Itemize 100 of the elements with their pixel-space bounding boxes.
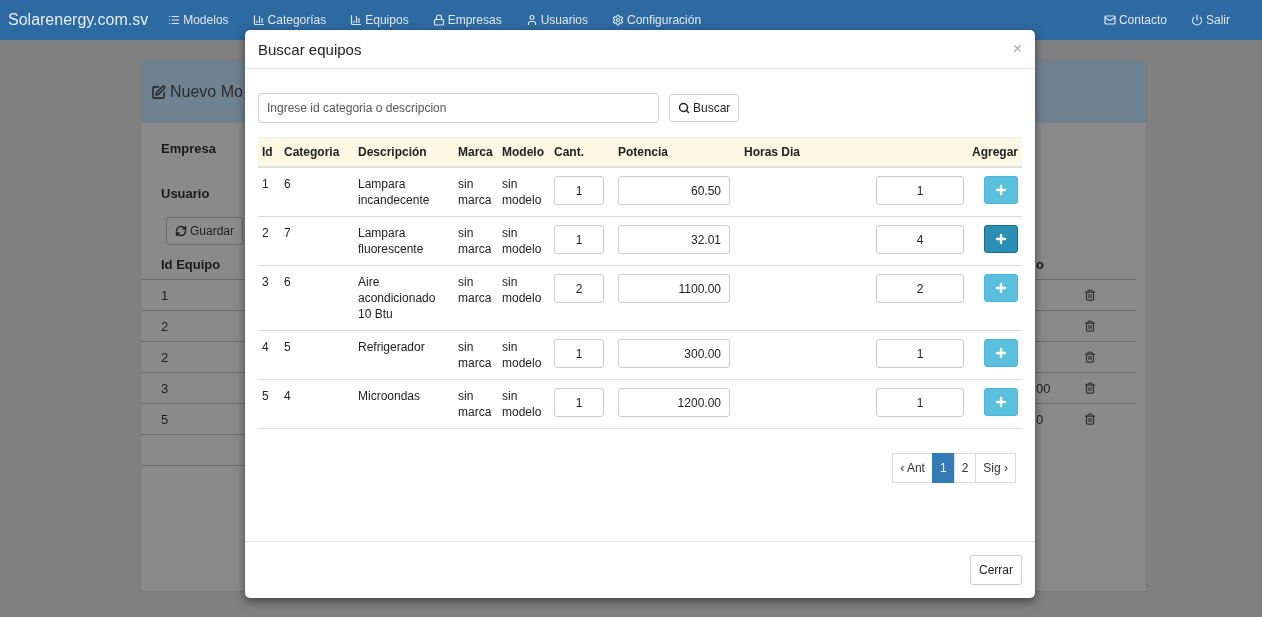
hours-field[interactable]: 2 bbox=[876, 274, 964, 303]
table-cell: sin marca bbox=[454, 330, 498, 380]
panel-title: Nuevo Mo bbox=[170, 83, 243, 101]
column-header: Modelo bbox=[498, 137, 550, 167]
plus-icon bbox=[994, 183, 1008, 197]
power-field[interactable]: 32.01 bbox=[618, 225, 730, 254]
page-link[interactable]: Sig › bbox=[975, 453, 1016, 483]
table-cell: sin modelo bbox=[498, 265, 550, 331]
table-cell: sin marca bbox=[454, 167, 498, 217]
table-cell: sin marca bbox=[454, 216, 498, 266]
power-field[interactable]: 1200.00 bbox=[618, 388, 730, 417]
table-cell: sin modelo bbox=[498, 330, 550, 380]
table-cell: sin modelo bbox=[498, 167, 550, 217]
table-cell: 6 bbox=[280, 265, 354, 331]
envelope-icon bbox=[1103, 14, 1116, 26]
page-link[interactable]: ‹ Ant bbox=[892, 453, 933, 483]
bars-icon bbox=[350, 14, 363, 26]
search-icon bbox=[678, 102, 690, 114]
table-cell: 2 bbox=[161, 318, 169, 334]
hours-field[interactable]: 1 bbox=[876, 339, 964, 368]
nav-link[interactable]: Empresas bbox=[432, 13, 502, 27]
table-cell: 5 bbox=[258, 379, 280, 429]
nav-link[interactable]: Configuración bbox=[612, 13, 702, 27]
field-label: Usuario bbox=[161, 185, 210, 201]
table-cell: Microondas bbox=[354, 379, 454, 429]
column-header: Marca bbox=[454, 137, 498, 167]
trash-icon[interactable] bbox=[1084, 382, 1096, 394]
refresh-icon bbox=[175, 225, 187, 237]
column-header: Horas Dia bbox=[740, 137, 968, 167]
column-header: Id bbox=[258, 137, 280, 167]
column-header: Potencia bbox=[614, 137, 740, 167]
quantity-field[interactable]: 1 bbox=[554, 339, 604, 368]
list-icon bbox=[168, 14, 181, 26]
table-cell: 0 bbox=[1036, 411, 1044, 427]
nav-link[interactable]: Modelos bbox=[168, 13, 229, 27]
column-header: Id Equipo bbox=[161, 256, 221, 272]
table-cell: 00 bbox=[1036, 380, 1051, 396]
hours-field[interactable]: 1 bbox=[876, 388, 964, 417]
nav-link[interactable]: Contacto bbox=[1103, 13, 1167, 27]
dialog-title: Buscar equipos bbox=[258, 40, 362, 58]
table-cell: sin marca bbox=[454, 265, 498, 331]
close-button[interactable]: Cerrar bbox=[970, 555, 1022, 585]
quantity-field[interactable]: 1 bbox=[554, 176, 604, 205]
save-button[interactable]: Guardar bbox=[166, 217, 244, 245]
table-cell: 4 bbox=[280, 379, 354, 429]
plus-icon bbox=[994, 346, 1008, 360]
table-cell: sin marca bbox=[454, 379, 498, 429]
table-cell: 2 bbox=[258, 216, 280, 266]
table-cell: 1 bbox=[161, 287, 169, 303]
nav-link[interactable]: Equipos bbox=[350, 13, 409, 27]
table-cell: 3 bbox=[161, 380, 169, 396]
table-cell: 3 bbox=[258, 265, 280, 331]
edit-icon bbox=[151, 84, 166, 100]
trash-icon[interactable] bbox=[1084, 289, 1096, 301]
table-cell: 6 bbox=[280, 167, 354, 217]
table-cell: Aire acondicionado 10 Btu bbox=[354, 265, 454, 331]
user-icon bbox=[525, 14, 538, 26]
brand: Solarenergy.com.sv bbox=[8, 11, 149, 29]
power-field[interactable]: 300.00 bbox=[618, 339, 730, 368]
plus-icon bbox=[994, 395, 1008, 409]
table-cell: 5 bbox=[280, 330, 354, 380]
add-button[interactable] bbox=[984, 225, 1018, 253]
nav-link[interactable]: Salir bbox=[1191, 13, 1230, 27]
table-cell: Lampara incandecente bbox=[354, 167, 454, 217]
hours-field[interactable]: 4 bbox=[876, 225, 964, 254]
table-cell: 7 bbox=[280, 216, 354, 266]
table-cell: Lampara fluorescente bbox=[354, 216, 454, 266]
settings-icon bbox=[612, 14, 625, 26]
table-cell: 5 bbox=[161, 411, 169, 427]
column-header: Descripción bbox=[354, 137, 454, 167]
lock-icon bbox=[432, 14, 445, 26]
search-field[interactable]: Ingrese id categoria o descripcion bbox=[258, 93, 659, 123]
power-field[interactable]: 60.50 bbox=[618, 176, 730, 205]
trash-icon[interactable] bbox=[1084, 351, 1096, 363]
plus-icon bbox=[994, 232, 1008, 246]
field-label: Empresa bbox=[161, 140, 216, 156]
column-header: Categoria bbox=[280, 137, 354, 167]
quantity-field[interactable]: 1 bbox=[554, 388, 604, 417]
nav-link[interactable]: Categorías bbox=[252, 13, 327, 27]
power-field[interactable]: 1100.00 bbox=[618, 274, 730, 303]
plus-icon bbox=[994, 281, 1008, 295]
trash-icon[interactable] bbox=[1084, 413, 1096, 425]
table-cell: sin modelo bbox=[498, 216, 550, 266]
table-cell: 2 bbox=[161, 349, 169, 365]
bars-icon bbox=[252, 14, 265, 26]
quantity-field[interactable]: 1 bbox=[554, 225, 604, 254]
search-button[interactable]: Buscar bbox=[669, 94, 740, 122]
quantity-field[interactable]: 2 bbox=[554, 274, 604, 303]
nav-link[interactable]: Usuarios bbox=[525, 13, 589, 27]
table-cell: 4 bbox=[258, 330, 280, 380]
hours-field[interactable]: 1 bbox=[876, 176, 964, 205]
power-icon bbox=[1191, 14, 1203, 26]
trash-icon[interactable] bbox=[1084, 320, 1096, 332]
column-header: Cant. bbox=[550, 137, 614, 167]
column-header: Agregar bbox=[968, 137, 1022, 167]
page-link[interactable]: 1 bbox=[931, 453, 955, 483]
table-cell: Refrigerador bbox=[354, 330, 454, 380]
column-header: o bbox=[1036, 256, 1044, 272]
table-cell: sin modelo bbox=[498, 379, 550, 429]
table-cell: 1 bbox=[258, 167, 280, 217]
